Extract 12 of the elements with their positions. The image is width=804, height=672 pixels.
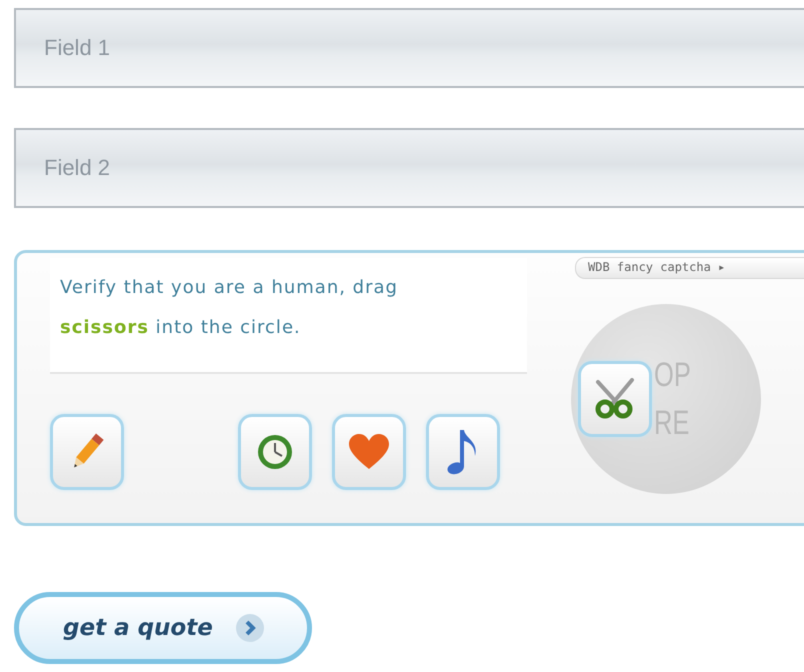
input-field[interactable]: Field 1: [14, 8, 804, 88]
draggable-icon-tile[interactable]: [578, 361, 652, 437]
draggable-icon-tile[interactable]: [238, 414, 312, 490]
clock-icon: [256, 433, 294, 471]
draggable-icon-tile[interactable]: [332, 414, 406, 490]
captcha-tab[interactable]: WDB fancy captcha ▸: [575, 257, 804, 279]
get-quote-button[interactable]: get a quote: [14, 592, 312, 664]
input-field[interactable]: Field 2: [14, 128, 804, 208]
draggable-icon-tile[interactable]: [426, 414, 500, 490]
heart-icon: [348, 433, 390, 471]
chevron-icon: [234, 613, 265, 643]
draggable-icon-tile[interactable]: [50, 414, 124, 490]
